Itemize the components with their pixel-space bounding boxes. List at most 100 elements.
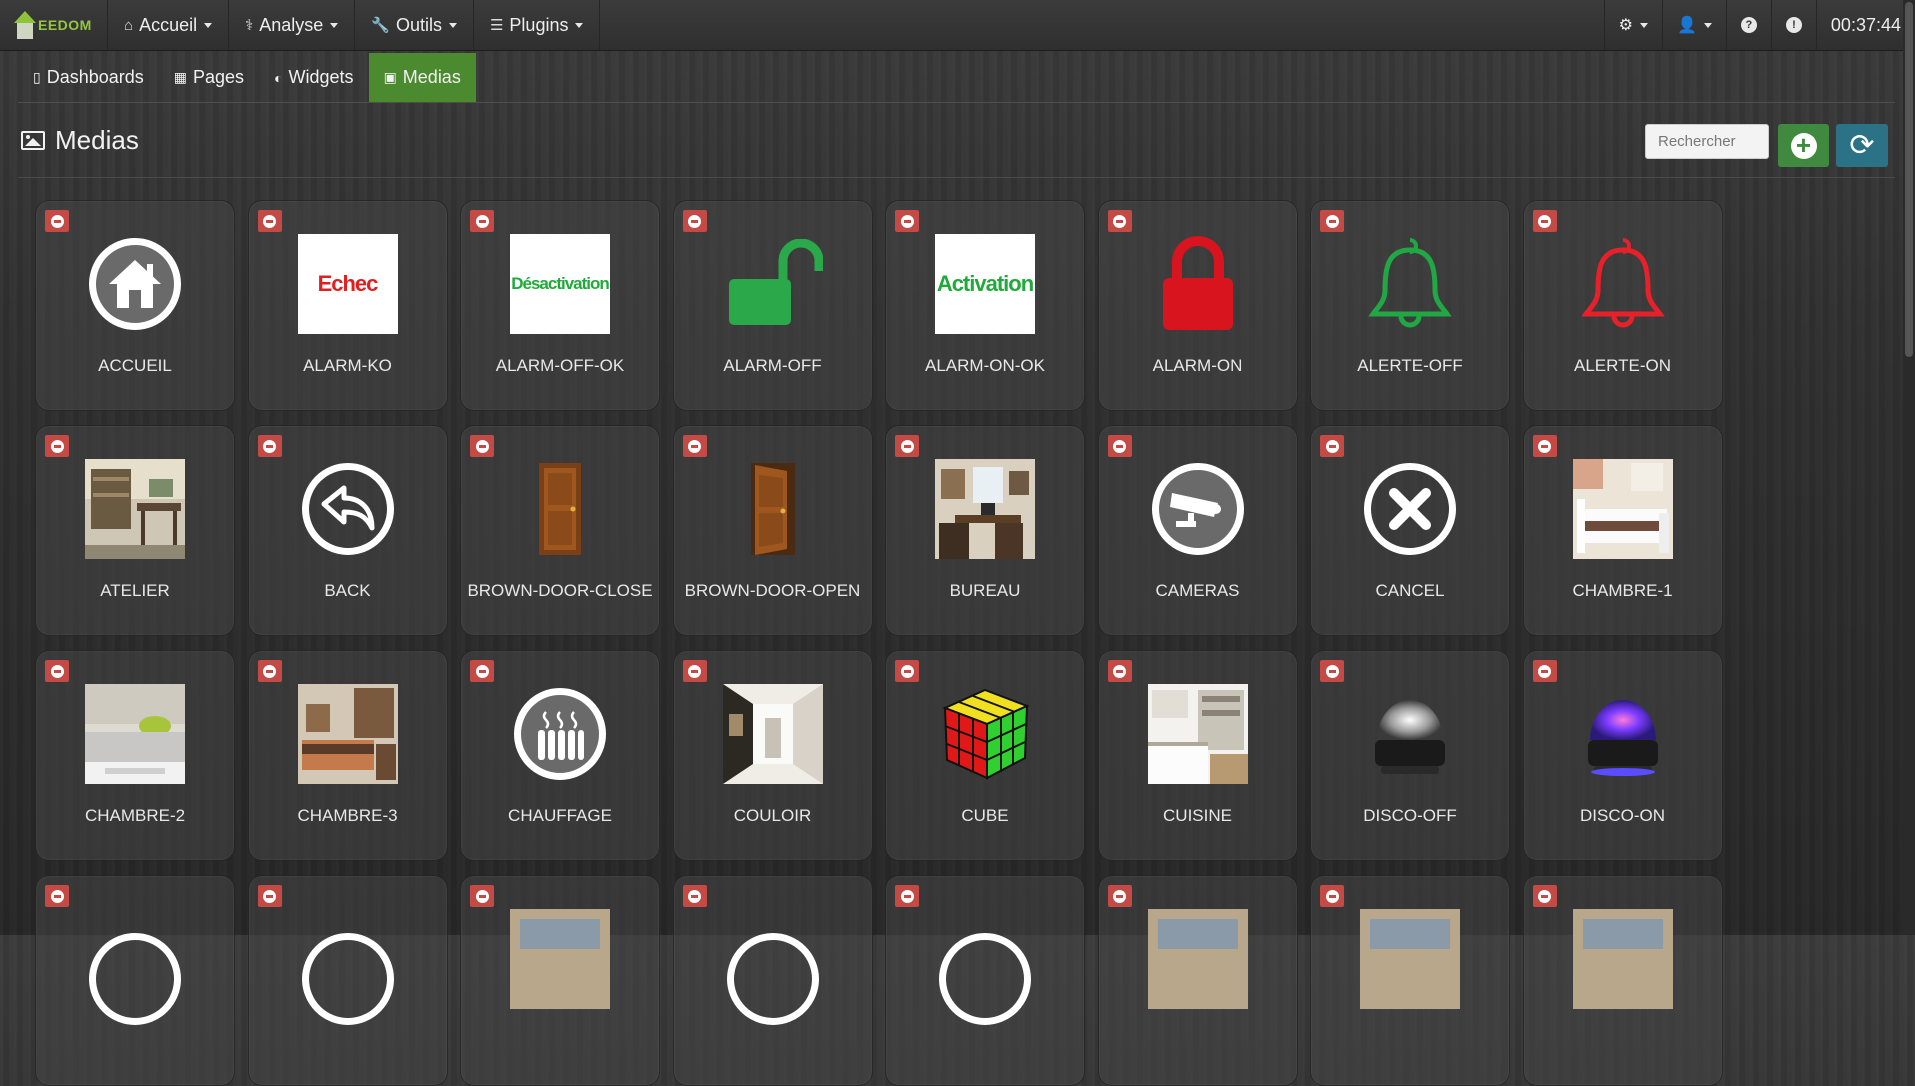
- media-card[interactable]: [35, 875, 235, 1086]
- media-card[interactable]: CHAMBRE-1: [1522, 425, 1723, 636]
- delete-button[interactable]: [1320, 210, 1344, 232]
- delete-button[interactable]: [257, 660, 282, 682]
- media-card[interactable]: CHAMBRE-2: [35, 650, 235, 861]
- media-card[interactable]: CHAUFFAGE: [460, 650, 660, 861]
- media-card[interactable]: [885, 875, 1085, 1086]
- minus-circle-icon: [1113, 439, 1126, 453]
- delete-button[interactable]: [1320, 885, 1344, 907]
- scrollbar-thumb[interactable]: [1905, 2, 1913, 357]
- delete-button[interactable]: [1320, 660, 1344, 682]
- nav-plugins[interactable]: ☰ Plugins: [474, 0, 601, 50]
- minus-circle-icon: [263, 664, 276, 678]
- media-card[interactable]: CUBE: [885, 650, 1085, 861]
- media-card[interactable]: [247, 875, 448, 1086]
- delete-button[interactable]: [895, 660, 919, 682]
- cuisine-photo: [1147, 684, 1248, 784]
- tab-medias[interactable]: ▣ Medias: [368, 53, 476, 102]
- delete-button[interactable]: [45, 210, 69, 232]
- media-name: DISCO-ON: [1580, 806, 1665, 825]
- media-card[interactable]: Echec ALARM-KO: [247, 200, 448, 411]
- divider: [18, 177, 1895, 178]
- media-card[interactable]: CUISINE: [1097, 650, 1298, 861]
- delete-button[interactable]: [895, 885, 919, 907]
- delete-button[interactable]: [257, 435, 282, 457]
- delete-button[interactable]: [1107, 660, 1132, 682]
- table-icon: ▦: [173, 69, 188, 85]
- media-card[interactable]: [1310, 875, 1510, 1086]
- delete-button[interactable]: [1532, 660, 1557, 682]
- settings-menu[interactable]: ⚙: [1603, 0, 1662, 50]
- media-card[interactable]: CAMERAS: [1097, 425, 1298, 636]
- user-menu[interactable]: 👤: [1662, 0, 1726, 50]
- media-card[interactable]: [1522, 875, 1723, 1086]
- delete-button[interactable]: [470, 660, 494, 682]
- media-card[interactable]: DISCO-ON: [1522, 650, 1723, 861]
- minus-circle-icon: [50, 439, 64, 453]
- refresh-button[interactable]: ⟳: [1836, 124, 1888, 167]
- disco-ball-off-icon: [1360, 684, 1460, 784]
- scrollbar[interactable]: [1903, 0, 1915, 935]
- media-card[interactable]: [1097, 875, 1298, 1086]
- nav-outils[interactable]: 🔧 Outils: [355, 0, 474, 50]
- delete-button[interactable]: [682, 660, 707, 682]
- media-card[interactable]: BROWN-DOOR-OPEN: [672, 425, 873, 636]
- media-card[interactable]: ALARM-OFF: [672, 200, 873, 411]
- delete-button[interactable]: [682, 885, 707, 907]
- media-card[interactable]: ALERTE-OFF: [1310, 200, 1510, 411]
- minus-circle-icon: [1325, 439, 1339, 453]
- media-card[interactable]: [672, 875, 873, 1086]
- picture-icon: [21, 131, 45, 150]
- tab-dashboards[interactable]: ▯ Dashboards: [18, 53, 159, 102]
- delete-button[interactable]: [682, 435, 707, 457]
- media-card[interactable]: BUREAU: [885, 425, 1085, 636]
- media-card[interactable]: COULOIR: [672, 650, 873, 861]
- add-media-button[interactable]: +: [1778, 124, 1829, 167]
- media-card[interactable]: DISCO-OFF: [1310, 650, 1510, 861]
- media-card[interactable]: ALERTE-ON: [1522, 200, 1723, 411]
- media-name: BROWN-DOOR-OPEN: [684, 581, 861, 600]
- delete-button[interactable]: [257, 210, 282, 232]
- delete-button[interactable]: [45, 885, 69, 907]
- nav-accueil[interactable]: ⌂ Accueil: [108, 0, 230, 50]
- search-input[interactable]: [1645, 124, 1769, 159]
- delete-button[interactable]: [470, 210, 494, 232]
- delete-button[interactable]: [1320, 435, 1344, 457]
- media-card[interactable]: ATELIER: [35, 425, 235, 636]
- door-closed-icon: [510, 459, 610, 559]
- media-card[interactable]: ACCUEIL: [35, 200, 235, 411]
- media-card[interactable]: Activation ALARM-ON-OK: [885, 200, 1085, 411]
- tab-widgets[interactable]: ◐ Widgets: [259, 53, 369, 102]
- delete-button[interactable]: [470, 435, 494, 457]
- delete-button[interactable]: [1532, 885, 1557, 907]
- media-name: CAMERAS: [1155, 581, 1240, 600]
- media-card[interactable]: [460, 875, 660, 1086]
- minus-circle-icon: [900, 889, 914, 903]
- media-card[interactable]: BACK: [247, 425, 448, 636]
- delete-button[interactable]: [1532, 435, 1557, 457]
- delete-button[interactable]: [895, 210, 919, 232]
- media-card[interactable]: BROWN-DOOR-CLOSE: [460, 425, 660, 636]
- nav-analyse[interactable]: ⚕ Analyse: [229, 0, 356, 50]
- delete-button[interactable]: [1107, 210, 1132, 232]
- delete-button[interactable]: [45, 435, 69, 457]
- help-button[interactable]: ?: [1725, 0, 1771, 50]
- delete-button[interactable]: [45, 660, 69, 682]
- media-card[interactable]: CHAMBRE-3: [247, 650, 448, 861]
- page-title-text: Medias: [55, 125, 139, 155]
- delete-button[interactable]: [895, 435, 919, 457]
- messages-button[interactable]: !: [1770, 0, 1816, 50]
- delete-button[interactable]: [682, 210, 707, 232]
- delete-button[interactable]: [257, 885, 282, 907]
- media-card[interactable]: Désactivation ALARM-OFF-OK: [460, 200, 660, 411]
- media-name: BROWN-DOOR-CLOSE: [467, 581, 653, 600]
- delete-button[interactable]: [1107, 435, 1132, 457]
- media-card[interactable]: CANCEL: [1310, 425, 1510, 636]
- minus-circle-icon: [900, 439, 914, 453]
- brand-logo[interactable]: EEDOM: [0, 0, 108, 50]
- delete-button[interactable]: [1532, 210, 1557, 232]
- media-name: CANCEL: [1375, 581, 1445, 600]
- tab-pages[interactable]: ▦ Pages: [159, 53, 259, 102]
- delete-button[interactable]: [1107, 885, 1132, 907]
- media-card[interactable]: ALARM-ON: [1097, 200, 1298, 411]
- delete-button[interactable]: [470, 885, 494, 907]
